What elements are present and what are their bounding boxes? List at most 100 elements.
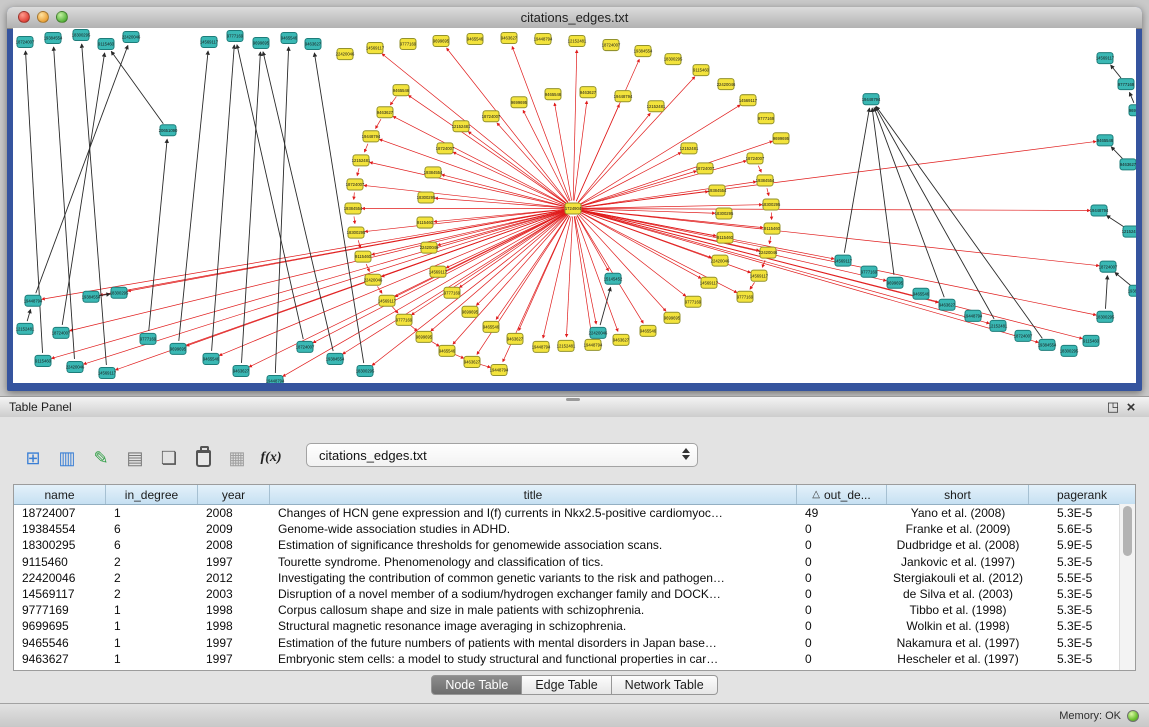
network-node[interactable]: 9699695 bbox=[462, 306, 479, 317]
network-node[interactable]: 14569117 bbox=[739, 95, 758, 106]
network-node[interactable]: 9699695 bbox=[170, 343, 187, 354]
network-edge[interactable] bbox=[431, 341, 439, 346]
scrollbar-thumb[interactable] bbox=[1123, 506, 1132, 556]
network-edge[interactable] bbox=[581, 171, 697, 206]
network-node[interactable]: 18300295 bbox=[417, 192, 436, 203]
delete-table-icon[interactable] bbox=[188, 443, 218, 473]
network-edge[interactable] bbox=[1107, 215, 1125, 227]
column-header-pagerank[interactable]: pagerank bbox=[1029, 485, 1135, 504]
network-node[interactable]: 9463627 bbox=[1120, 159, 1136, 170]
network-node[interactable]: 9463627 bbox=[507, 333, 524, 344]
network-node[interactable]: 9115460 bbox=[98, 39, 115, 50]
network-node[interactable]: 20651090 bbox=[159, 125, 178, 136]
network-node[interactable]: 19384554 bbox=[326, 353, 345, 364]
network-edge[interactable] bbox=[872, 108, 894, 275]
network-node[interactable]: 19448794 bbox=[24, 295, 43, 306]
network-edge[interactable] bbox=[477, 215, 569, 354]
tab-edge-table[interactable]: Edge Table bbox=[522, 675, 611, 695]
network-node[interactable]: 18724007 bbox=[696, 163, 715, 174]
network-node[interactable]: 19384554 bbox=[1038, 339, 1057, 350]
network-node[interactable]: 9777169 bbox=[737, 291, 754, 302]
table-row[interactable]: 946554611997Estimation of the future num… bbox=[14, 635, 1135, 651]
network-edge[interactable] bbox=[1130, 92, 1134, 102]
network-edge[interactable] bbox=[27, 309, 30, 321]
tab-network-table[interactable]: Network Table bbox=[612, 675, 718, 695]
network-node[interactable]: 19384554 bbox=[1128, 285, 1136, 296]
column-header-name[interactable]: name bbox=[14, 485, 106, 504]
network-node[interactable]: 22420046 bbox=[336, 49, 355, 60]
network-node[interactable]: 14569117 bbox=[834, 255, 853, 266]
network-edge[interactable] bbox=[581, 141, 773, 206]
network-edge[interactable] bbox=[454, 354, 463, 358]
network-edge[interactable] bbox=[1111, 147, 1122, 159]
network-node[interactable]: 18724007 bbox=[296, 341, 315, 352]
network-node[interactable]: 9465546 bbox=[393, 85, 410, 96]
network-edge[interactable] bbox=[435, 198, 565, 208]
splitter-handle[interactable] bbox=[566, 398, 580, 401]
network-node[interactable]: 9699695 bbox=[416, 331, 433, 342]
network-node[interactable]: 15145452 bbox=[604, 273, 623, 284]
network-node[interactable]: 22420046 bbox=[66, 361, 85, 372]
function-builder-icon[interactable]: f(x) bbox=[256, 443, 286, 473]
network-node[interactable]: 9777169 bbox=[861, 266, 878, 277]
network-node[interactable]: 18300295 bbox=[347, 227, 366, 238]
network-node[interactable]: 22420046 bbox=[122, 32, 141, 43]
network-edge[interactable] bbox=[581, 141, 1096, 207]
network-node[interactable]: 18300295 bbox=[1096, 311, 1115, 322]
network-node[interactable]: 9463627 bbox=[233, 365, 250, 376]
network-node[interactable]: 22420046 bbox=[759, 247, 778, 258]
network-edge[interactable] bbox=[70, 210, 565, 330]
network-edge[interactable] bbox=[354, 192, 355, 199]
network-node[interactable]: 9777169 bbox=[400, 39, 417, 50]
network-node[interactable]: 9699695 bbox=[1129, 105, 1136, 116]
network-edge[interactable] bbox=[241, 52, 260, 363]
new-table-icon[interactable]: ❏ bbox=[154, 443, 184, 473]
network-node[interactable]: 19448794 bbox=[266, 375, 285, 383]
network-edge[interactable] bbox=[581, 210, 834, 259]
network-node[interactable]: 14569117 bbox=[700, 277, 719, 288]
table-selector-combo[interactable]: citations_edges.txt bbox=[306, 443, 698, 467]
network-edge[interactable] bbox=[128, 210, 565, 291]
network-edge[interactable] bbox=[36, 45, 128, 293]
network-node[interactable]: 9465546 bbox=[439, 345, 456, 356]
network-edge[interactable] bbox=[275, 47, 288, 373]
network-node[interactable]: 19384554 bbox=[44, 33, 63, 44]
table-row[interactable]: 1938455462009Genome-wide association stu… bbox=[14, 521, 1135, 537]
network-node[interactable]: 12152481 bbox=[647, 101, 666, 112]
zoom-window-icon[interactable] bbox=[56, 11, 68, 23]
network-node[interactable]: 9463627 bbox=[305, 39, 322, 50]
network-edge[interactable] bbox=[82, 44, 107, 365]
network-node[interactable]: 12152481 bbox=[352, 155, 371, 166]
column-header-in_degree[interactable]: in_degree bbox=[106, 485, 198, 504]
edit-table-icon[interactable]: ✎ bbox=[86, 443, 116, 473]
network-edge[interactable] bbox=[758, 166, 761, 173]
network-node[interactable]: 9777169 bbox=[1118, 79, 1135, 90]
network-node[interactable]: 9115460 bbox=[764, 223, 781, 234]
network-node[interactable]: 12152481 bbox=[1122, 226, 1136, 237]
table-row[interactable]: 1872400712008Changes of HCN gene express… bbox=[14, 505, 1135, 521]
network-hub-node[interactable]: 1724904 bbox=[565, 203, 582, 214]
network-edge[interactable] bbox=[410, 325, 417, 331]
network-node[interactable]: 9465546 bbox=[483, 321, 500, 332]
network-node[interactable]: 9699695 bbox=[511, 97, 528, 108]
table-row[interactable]: 969969511998Structural magnetic resonanc… bbox=[14, 618, 1135, 634]
network-node[interactable]: 9115460 bbox=[417, 217, 434, 228]
network-node[interactable]: 9115460 bbox=[717, 232, 734, 243]
network-edge[interactable] bbox=[468, 132, 566, 204]
network-edge[interactable] bbox=[581, 211, 1039, 343]
network-node[interactable]: 9465546 bbox=[640, 325, 657, 336]
network-edge[interactable] bbox=[574, 101, 587, 200]
network-node[interactable]: 18300295 bbox=[1060, 345, 1079, 356]
network-node[interactable]: 9699695 bbox=[433, 36, 450, 47]
network-node[interactable]: 19448794 bbox=[532, 341, 551, 352]
network-node[interactable]: 18724007 bbox=[52, 327, 71, 338]
network-node[interactable]: 18724007 bbox=[1014, 330, 1033, 341]
network-edge[interactable] bbox=[62, 53, 104, 325]
network-node[interactable]: 9699695 bbox=[887, 277, 904, 288]
network-edge[interactable] bbox=[566, 217, 572, 337]
network-edge[interactable] bbox=[1111, 65, 1121, 78]
network-node[interactable]: 9465546 bbox=[913, 288, 930, 299]
column-header-title[interactable]: title bbox=[270, 485, 797, 504]
network-edge[interactable] bbox=[581, 182, 756, 208]
network-node[interactable]: 19384554 bbox=[344, 203, 363, 214]
